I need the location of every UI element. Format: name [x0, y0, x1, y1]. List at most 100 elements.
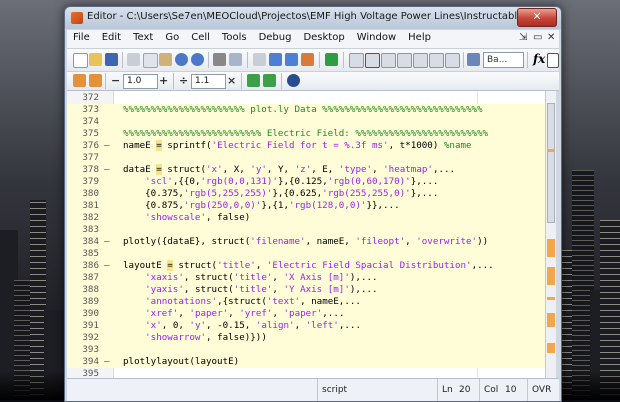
code-line[interactable]: 392 'showarrow', false)})) — [67, 332, 545, 344]
code-line[interactable]: 375 %%%%%%%%%%%%%%%%%%%%%%%%% Electric Fi… — [67, 128, 545, 140]
code-token: 'y' — [250, 164, 267, 175]
menu-debug[interactable]: Debug — [253, 30, 298, 45]
code-line[interactable]: 373 %%%%%%%%%%%%%%%%%%%%%% plot.ly Data %… — [67, 104, 545, 116]
breakpoint-marker[interactable]: – — [104, 356, 110, 368]
title-bar[interactable]: Editor - C:\Users\Se7en\MEOCloud\Project… — [65, 7, 561, 29]
step-icon[interactable] — [381, 53, 396, 68]
increment-button[interactable]: + — [159, 74, 168, 87]
code-line[interactable]: 388 'yaxis', struct('title', 'Y Axis [m]… — [67, 284, 545, 296]
code-line[interactable]: 389 'annotations',{struct('text', nameE,… — [67, 296, 545, 308]
close-pane-icon[interactable]: ✕ — [547, 32, 555, 43]
code-line[interactable]: 380 {0.375,'rgb(5,255,255)'},{0.625,'rgb… — [67, 188, 545, 200]
code-line[interactable]: 390 'xref', 'paper', 'yref', 'paper',... — [67, 308, 545, 320]
code-line[interactable]: 395 — [67, 368, 545, 378]
code-line[interactable]: 387 'xaxis', struct('title', 'X Axis [m]… — [67, 272, 545, 284]
stack-icon[interactable] — [467, 53, 480, 66]
minimize-pane-icon[interactable]: ▭ — [533, 32, 542, 43]
code-line[interactable]: 381 {0.875,'rgb(250,0,0)'},{1,'rgb(128,0… — [67, 200, 545, 212]
print-icon[interactable] — [213, 53, 226, 66]
exit-debug-icon[interactable] — [445, 53, 460, 68]
code-line[interactable]: 385 — [67, 248, 545, 260]
code-line[interactable]: 384– plotly({dataE}, struct('filename', n… — [67, 236, 545, 248]
line-number: 380 — [82, 188, 99, 199]
breakpoint-marker[interactable]: – — [104, 140, 110, 152]
code-line[interactable]: 377 — [67, 152, 545, 164]
divide-value-input[interactable]: 1.1 — [191, 74, 226, 89]
new-file-icon[interactable] — [73, 53, 88, 68]
step-out-icon[interactable] — [413, 53, 428, 68]
menu-go[interactable]: Go — [159, 30, 185, 45]
multiply-button[interactable]: × — [227, 74, 236, 87]
scrollbar-thumb[interactable] — [547, 103, 555, 223]
scroll-marker[interactable] — [547, 149, 555, 152]
run-icon[interactable] — [325, 53, 338, 66]
scroll-marker[interactable] — [547, 267, 555, 285]
menu-tools[interactable]: Tools — [216, 30, 253, 45]
forward-icon[interactable] — [285, 53, 298, 66]
status-col-value: 10 — [505, 385, 517, 395]
code-token: , false) — [206, 212, 251, 223]
menu-help[interactable]: Help — [402, 30, 437, 45]
code-line[interactable]: 394– plotlylayout(layoutE) — [67, 356, 545, 368]
code-token: 'rgb(5,255,255)' — [183, 188, 273, 199]
code-line[interactable]: 372 — [67, 92, 545, 104]
menu-cell[interactable]: Cell — [185, 30, 216, 45]
cell-mode-icon[interactable] — [73, 74, 86, 87]
continue-icon[interactable] — [429, 53, 444, 68]
eval-cell-icon[interactable] — [89, 74, 102, 87]
layout-icon[interactable] — [547, 53, 559, 68]
code-editor[interactable]: 372 373 %%%%%%%%%%%%%%%%%%%%%% plot.ly Dat… — [67, 91, 545, 378]
breakpoint-marker[interactable]: – — [104, 164, 110, 176]
cut-icon[interactable] — [127, 53, 140, 66]
menu-text[interactable]: Text — [127, 30, 159, 45]
open-file-icon[interactable] — [89, 53, 102, 66]
code-token: ),... — [349, 284, 378, 295]
code-token: {0.875, — [123, 200, 184, 211]
breakpoint-marker[interactable]: – — [104, 236, 110, 248]
vertical-scrollbar[interactable] — [545, 91, 556, 378]
set-breakpoint-icon[interactable] — [349, 53, 364, 68]
undock-icon[interactable]: ⇲ — [519, 32, 527, 43]
decrement-button[interactable]: − — [111, 74, 120, 87]
menu-file[interactable]: File — [67, 30, 96, 45]
clear-breakpoints-icon[interactable] — [365, 53, 380, 68]
eval-file-icon[interactable] — [263, 74, 276, 87]
code-line[interactable]: 378– dataE = struct('x', X, 'y', Y, 'z', … — [67, 164, 545, 176]
code-line[interactable]: 376– nameE = sprintf('Electric Field for … — [67, 140, 545, 152]
function-browser-icon[interactable] — [301, 53, 314, 66]
redo-icon[interactable] — [191, 53, 204, 66]
decrement-value-input[interactable]: 1.0 — [123, 74, 158, 89]
step-in-icon[interactable] — [397, 53, 412, 68]
base-dropdown[interactable]: Ba... — [483, 52, 524, 68]
scroll-marker[interactable] — [547, 297, 555, 300]
eval-advance-icon[interactable] — [247, 74, 260, 87]
code-line[interactable]: 382 'showscale', false) — [67, 212, 545, 224]
scroll-marker[interactable] — [547, 239, 555, 257]
back-icon[interactable] — [269, 53, 282, 66]
code-line[interactable]: 379 'scl',{{0,'rgb(0,0,131)'},{0.125,'rg… — [67, 176, 545, 188]
go-to-icon[interactable] — [253, 53, 266, 66]
code-line[interactable]: 383 — [67, 224, 545, 236]
fx-icon[interactable]: fx — [533, 52, 545, 66]
find-icon[interactable] — [229, 53, 242, 66]
undo-icon[interactable] — [175, 53, 188, 66]
menu-edit[interactable]: Edit — [96, 30, 127, 45]
status-bar: script Ln 20 Col 10 OVR — [67, 378, 559, 401]
close-button[interactable]: ✕ — [517, 8, 557, 27]
code-token: struct( — [161, 164, 207, 175]
menu-window[interactable]: Window — [351, 30, 402, 45]
save-icon[interactable] — [105, 53, 118, 66]
paste-icon[interactable] — [159, 53, 172, 66]
code-line[interactable]: 393 — [67, 344, 545, 356]
copy-icon[interactable] — [143, 53, 158, 68]
menu-desktop[interactable]: Desktop — [297, 30, 350, 45]
code-line[interactable]: 374 — [67, 116, 545, 128]
divide-button[interactable]: ÷ — [179, 74, 188, 87]
publish-icon[interactable] — [287, 74, 300, 87]
breakpoint-marker[interactable]: – — [104, 260, 110, 272]
code-line[interactable]: 391 'x', 0, 'y', -0.15, 'align', 'left',… — [67, 320, 545, 332]
scroll-marker[interactable] — [547, 313, 555, 327]
code-line[interactable]: 386– layoutE = struct('title', 'Electric … — [67, 260, 545, 272]
scroll-marker[interactable] — [547, 343, 555, 353]
